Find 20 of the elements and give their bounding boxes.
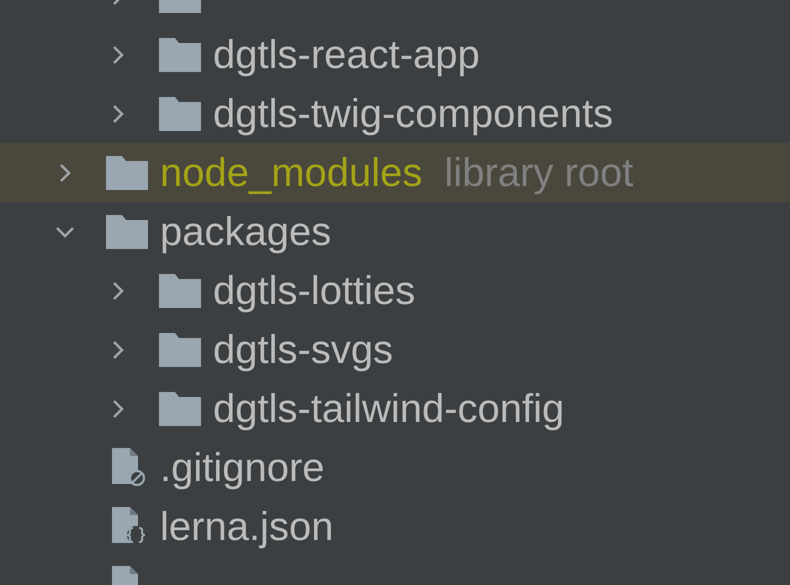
tree-row[interactable]: lerna.json (0, 497, 790, 556)
file-name: dgtls-tailwind-config (213, 388, 564, 428)
tree-row[interactable]: node_modules library root (0, 143, 790, 202)
file-name: dgtls-lotties (213, 270, 416, 310)
tree-row[interactable]: packages (0, 202, 790, 261)
file-name: node_modules (160, 152, 422, 192)
file-name: dgtls-twig-components (213, 94, 614, 134)
file-name: dgtls-react-app (213, 34, 480, 74)
tree-row[interactable]: dgtls-twig-components (0, 84, 790, 143)
file-name: lerna.json (160, 506, 334, 546)
ignored-file-icon (110, 448, 148, 488)
tree-row[interactable]: .gitignore (0, 438, 790, 497)
file-name: packages (160, 212, 332, 252)
tree-row[interactable]: dgtls-tailwind-config (0, 379, 790, 438)
hint-label: library root (444, 152, 634, 192)
tree-row[interactable]: dgtls-react-app (0, 25, 790, 84)
tree-row[interactable]: dgtls-svgs (0, 320, 790, 379)
file-name: .gitignore (160, 448, 325, 488)
file-name: dgtls-svgs (213, 330, 394, 370)
tree-row[interactable]: dgtls-lotties (0, 261, 790, 320)
